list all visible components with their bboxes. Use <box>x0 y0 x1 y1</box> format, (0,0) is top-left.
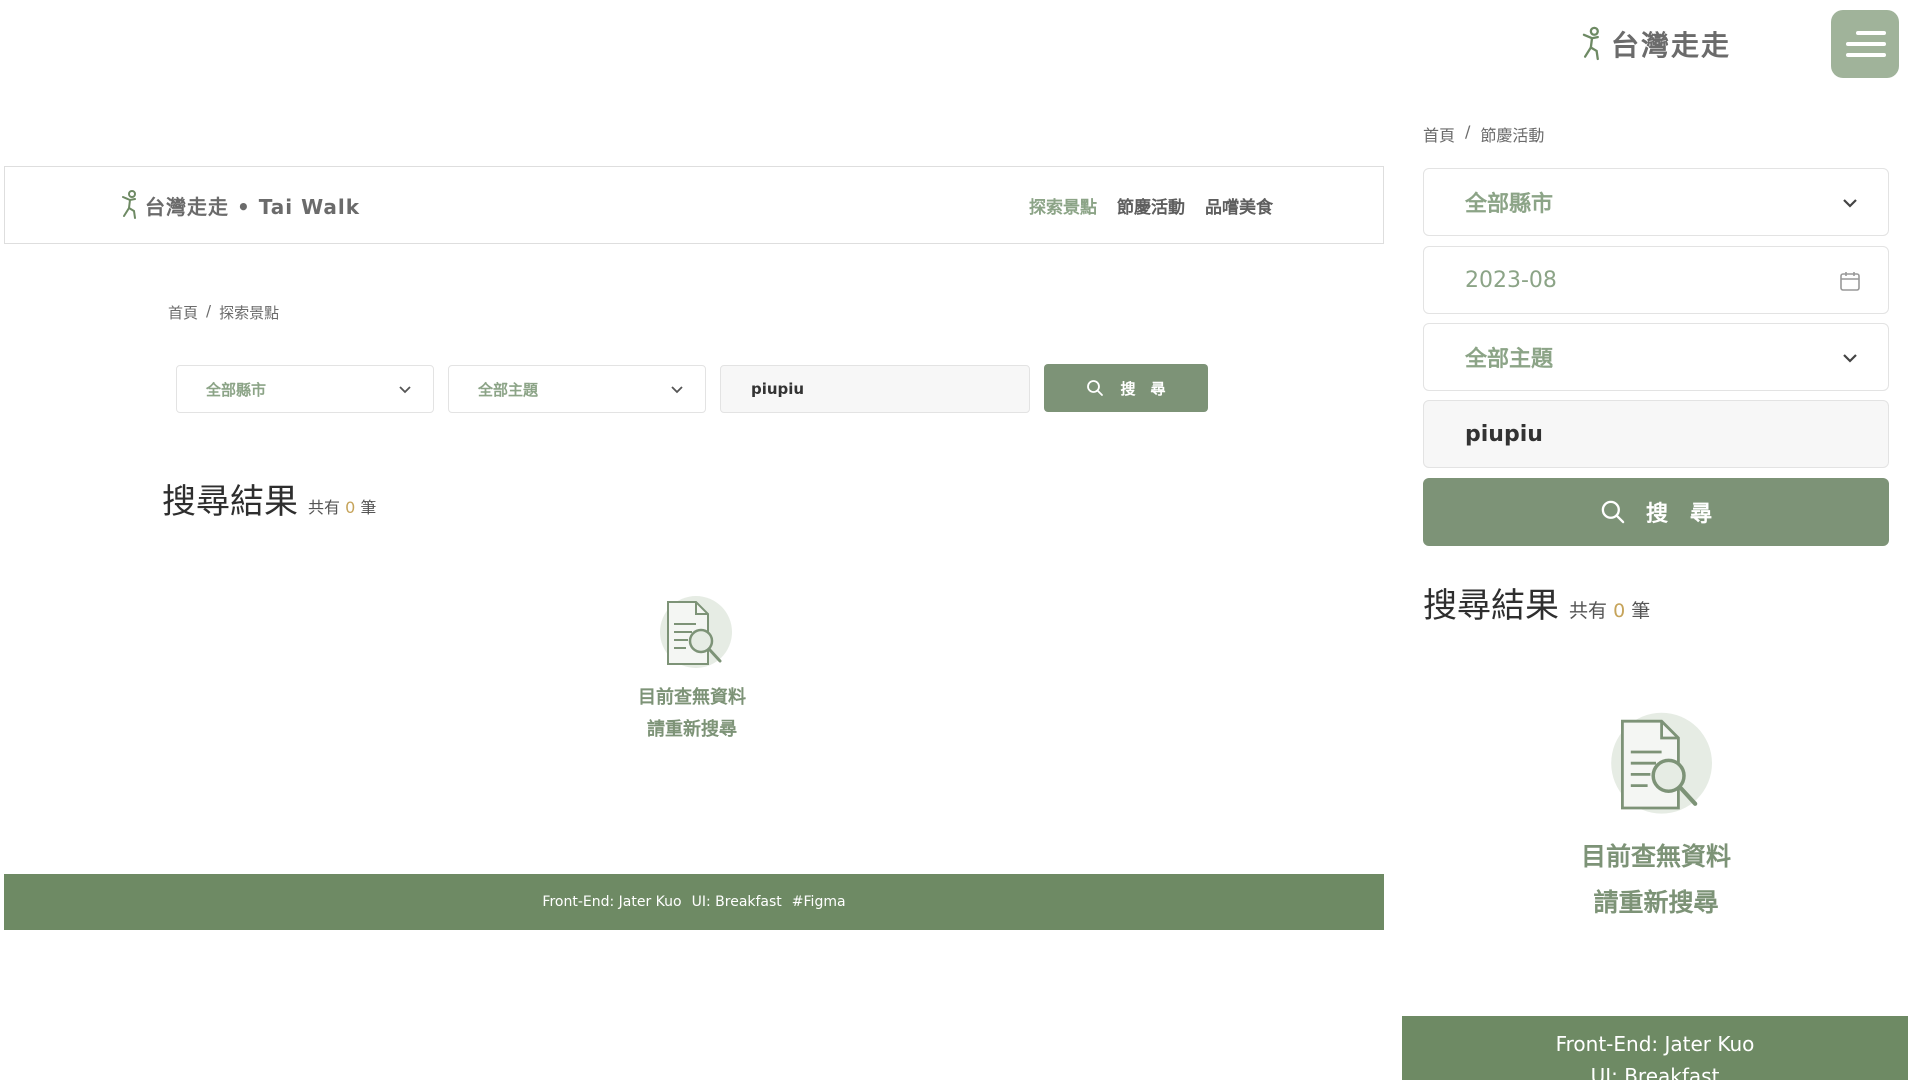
breadcrumb-current: 探索景點 <box>219 304 280 322</box>
keyword-input[interactable]: piupiu <box>720 365 1030 413</box>
breadcrumb-home[interactable]: 首頁 <box>1423 122 1455 146</box>
footer-ui: UI: Breakfast <box>691 894 782 910</box>
mobile-results-heading: 搜尋結果 共有 0 筆 <box>1423 578 1650 627</box>
desktop-footer: Front-End: Jater Kuo UI: Breakfast #Figm… <box>4 874 1384 930</box>
breadcrumb-separator: / <box>206 302 212 320</box>
desktop-view: 台灣走走 • Tai Walk 探索景點 節慶活動 品嚐美食 首頁 / 探索景點… <box>0 0 1390 1080</box>
mobile-city-select-value: 全部縣市 <box>1465 192 1554 217</box>
empty-state: 目前查無資料 請重新搜尋 <box>592 594 792 746</box>
mobile-empty-message-1: 目前查無資料 <box>1580 842 1731 871</box>
city-select[interactable]: 全部縣市 <box>176 365 434 413</box>
mobile-results-title: 搜尋結果 <box>1423 586 1559 626</box>
mobile-footer: Front-End: Jater Kuo UI: Breakfast <box>1402 1016 1908 1088</box>
results-suffix: 筆 <box>360 498 377 517</box>
breadcrumb-current: 節慶活動 <box>1480 126 1545 145</box>
mobile-city-select[interactable]: 全部縣市 <box>1423 168 1889 236</box>
search-icon <box>1600 499 1626 525</box>
calendar-icon <box>1838 269 1862 293</box>
mobile-keyword-value: piupiu <box>1465 421 1543 447</box>
mobile-view: 台灣走走 首頁 / 節慶活動 全部縣市 2023-08 全部主題 piupiu … <box>1400 0 1920 1088</box>
chevron-down-icon <box>1840 193 1860 213</box>
mobile-search-label: 搜 尋 <box>1645 502 1712 527</box>
mobile-breadcrumb: 首頁 / 節慶活動 <box>1423 122 1544 146</box>
mobile-footer-ui: UI: Breakfast <box>1590 1064 1720 1088</box>
breadcrumb: 首頁 / 探索景點 <box>168 302 279 323</box>
results-count: 0 <box>1613 600 1626 622</box>
menu-icon <box>1844 29 1886 59</box>
search-icon <box>1086 379 1104 397</box>
empty-message-1: 目前查無資料 <box>638 687 746 708</box>
theme-select-value: 全部主題 <box>478 380 539 399</box>
mobile-keyword-input[interactable]: piupiu <box>1423 400 1889 468</box>
chevron-down-icon <box>669 381 685 397</box>
main-nav: 探索景點 節慶活動 品嚐美食 <box>1029 193 1273 218</box>
mobile-theme-select-value: 全部主題 <box>1465 347 1554 372</box>
results-suffix: 筆 <box>1631 600 1651 622</box>
menu-button[interactable] <box>1831 10 1899 78</box>
search-button-label: 搜 尋 <box>1120 379 1166 398</box>
theme-select[interactable]: 全部主題 <box>448 365 706 413</box>
walker-logo-icon <box>1577 26 1607 62</box>
chevron-down-icon <box>1840 348 1860 368</box>
mobile-date-value: 2023-08 <box>1465 267 1557 293</box>
document-search-icon <box>1600 710 1712 822</box>
walker-logo-icon <box>117 190 143 220</box>
document-search-icon <box>652 594 732 674</box>
search-button[interactable]: 搜 尋 <box>1044 364 1208 412</box>
results-count: 0 <box>345 498 356 517</box>
results-title: 搜尋結果 <box>162 482 298 522</box>
results-prefix: 共有 <box>1569 600 1608 622</box>
mobile-logo[interactable]: 台灣走走 <box>1577 24 1731 64</box>
nav-festivals[interactable]: 節慶活動 <box>1117 193 1185 218</box>
mobile-search-button[interactable]: 搜 尋 <box>1423 478 1889 546</box>
mobile-logo-text: 台灣走走 <box>1611 29 1732 62</box>
nav-explore[interactable]: 探索景點 <box>1029 193 1097 218</box>
results-count-text: 共有 0 筆 <box>308 494 376 518</box>
footer-tag: #Figma <box>791 894 846 910</box>
mobile-empty-message-2: 請重新搜尋 <box>1593 888 1719 917</box>
mobile-footer-frontend: Front-End: Jater Kuo <box>1555 1032 1755 1056</box>
results-prefix: 共有 <box>308 498 341 517</box>
footer-frontend: Front-End: Jater Kuo <box>542 894 682 910</box>
mobile-results-count-text: 共有 0 筆 <box>1569 596 1650 623</box>
keyword-input-value: piupiu <box>751 380 805 398</box>
empty-message-2: 請重新搜尋 <box>647 719 737 740</box>
results-heading: 搜尋結果 共有 0 筆 <box>162 474 376 523</box>
chevron-down-icon <box>397 381 413 397</box>
breadcrumb-separator: / <box>1465 122 1471 141</box>
mobile-theme-select[interactable]: 全部主題 <box>1423 323 1889 391</box>
breadcrumb-home[interactable]: 首頁 <box>168 302 198 323</box>
logo-text: 台灣走走 • Tai Walk <box>145 194 361 219</box>
mobile-date-input[interactable]: 2023-08 <box>1423 246 1889 314</box>
city-select-value: 全部縣市 <box>206 380 267 399</box>
nav-food[interactable]: 品嚐美食 <box>1205 193 1273 218</box>
site-logo[interactable]: 台灣走走 • Tai Walk <box>117 185 360 225</box>
mobile-empty-state: 目前查無資料 請重新搜尋 <box>1531 710 1781 926</box>
desktop-header: 台灣走走 • Tai Walk 探索景點 節慶活動 品嚐美食 <box>4 166 1384 244</box>
